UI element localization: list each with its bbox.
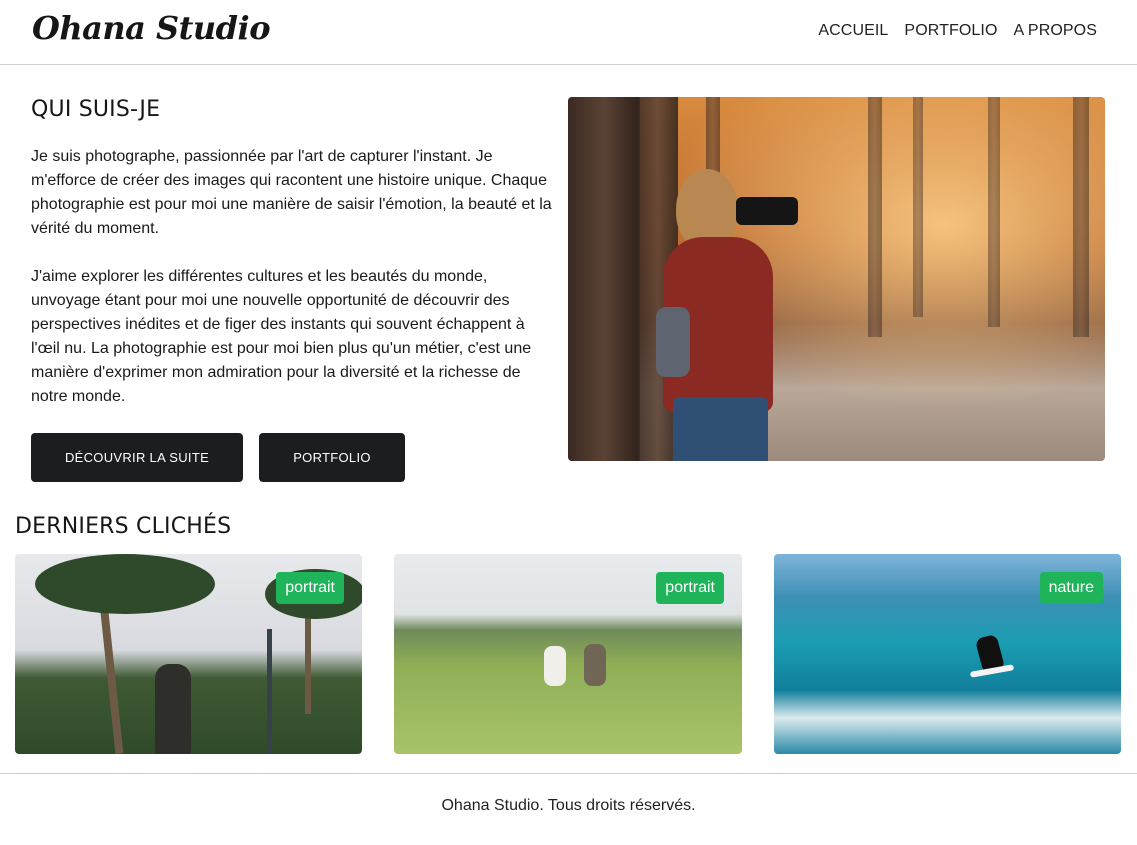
nav-link-a-propos[interactable]: A PROPOS [1014,22,1098,40]
street-lamp [267,629,272,754]
site-header: Ohana Studio ACCUEIL PORTFOLIO A PROPOS [0,0,1137,65]
discover-more-button[interactable]: DÉCOUVRIR LA SUITE [31,433,243,482]
site-footer: Ohana Studio. Tous droits réservés. [0,773,1137,845]
about-paragraph-1: Je suis photographe, passionnée par l'ar… [31,148,552,237]
about-title: QUI SUIS-JE [31,97,161,122]
tree-trunk [988,97,1000,327]
latest-shots-title: DERNIERS CLICHÉS [15,514,232,539]
portfolio-button[interactable]: PORTFOLIO [259,433,405,482]
about-paragraph-2: J'aime explorer les différentes cultures… [31,268,532,405]
category-badge: portrait [656,572,724,604]
nav-link-portfolio[interactable]: PORTFOLIO [904,22,997,40]
tree-trunk [98,594,124,754]
photo-card[interactable]: portrait [394,554,742,754]
about-text: Je suis photographe, passionnée par l'ar… [31,145,556,433]
backpack [656,307,690,377]
photographer-hero-image [568,97,1105,461]
photo-card[interactable]: nature [774,554,1121,754]
tree-trunk [568,97,640,461]
photo-card[interactable]: portrait [15,554,362,754]
category-badge: portrait [276,572,344,604]
footer-copyright: Ohana Studio. Tous droits réservés. [441,797,696,814]
tree-foliage [35,554,215,614]
portrait-subject [544,646,566,686]
tree-trunk [913,97,923,317]
category-badge: nature [1039,572,1103,604]
photographer-figure [673,397,768,461]
tree-trunk [1073,97,1089,337]
main-nav: ACCUEIL PORTFOLIO A PROPOS [818,22,1097,40]
portrait-subject [155,664,191,754]
site-logo[interactable]: Ohana Studio [32,9,271,47]
tree-trunk [868,97,882,337]
camera-icon [736,197,798,225]
nav-link-accueil[interactable]: ACCUEIL [818,22,888,40]
portrait-subject [584,644,606,686]
